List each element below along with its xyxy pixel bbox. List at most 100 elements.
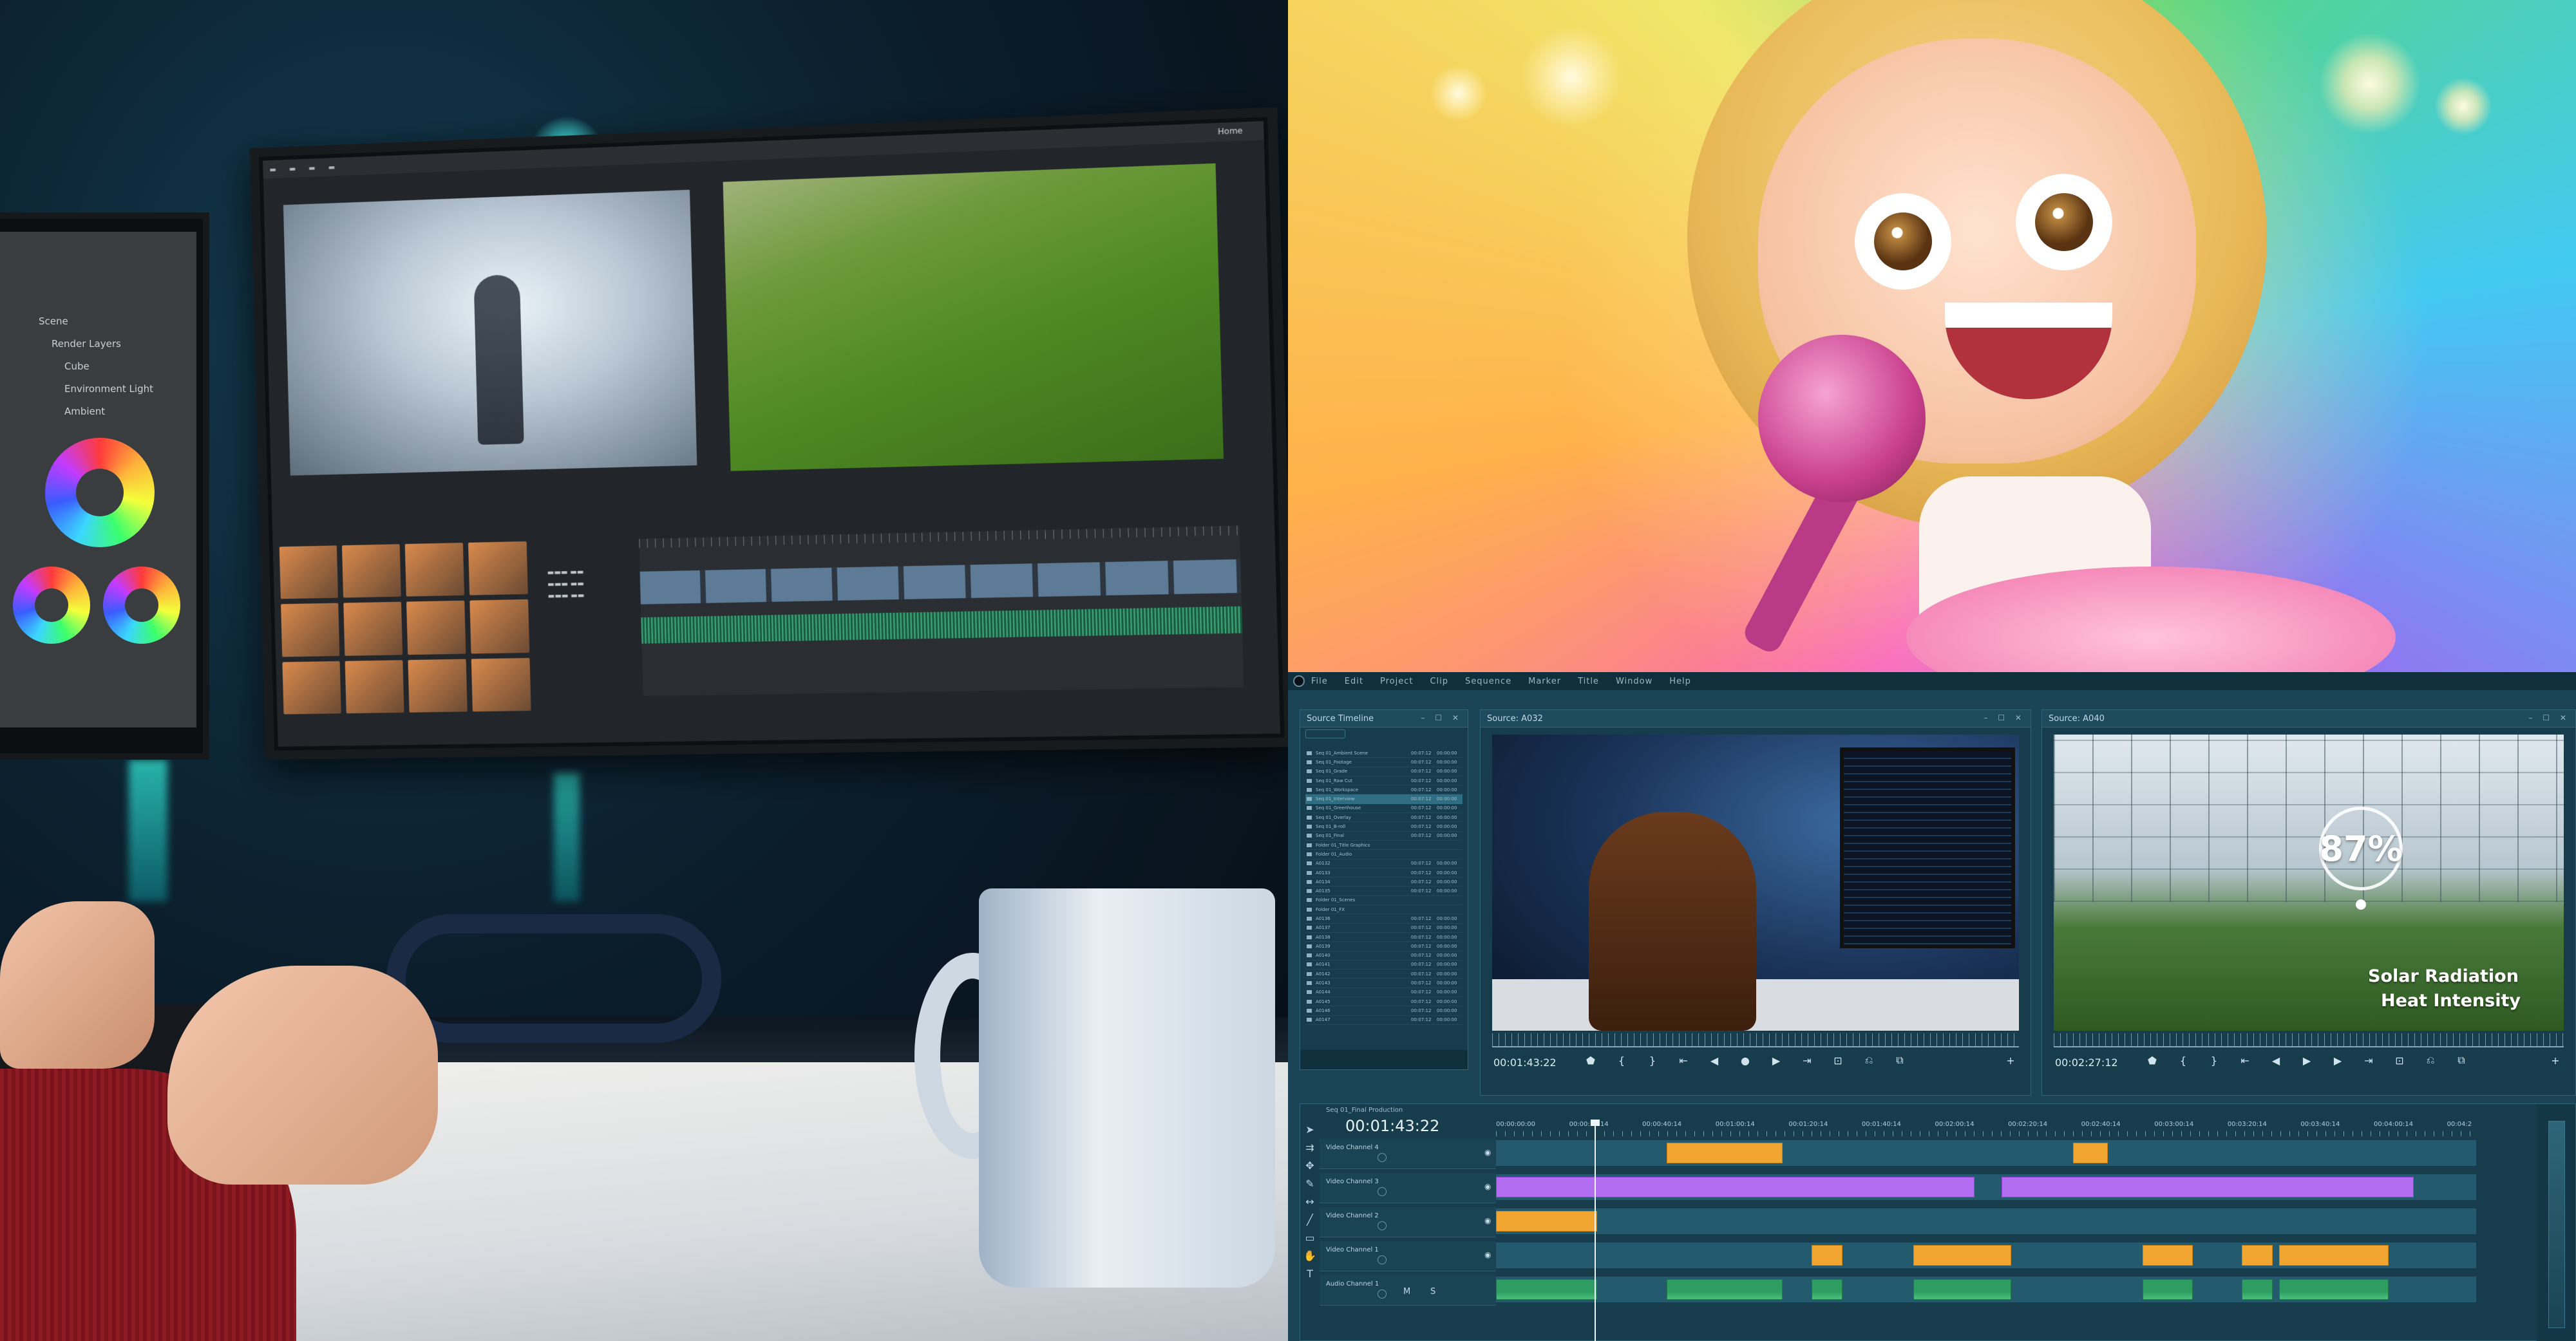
bin-item[interactable]: A0135 00:07:12 00:00:00 [1305,886,1463,896]
bin-item[interactable]: Seq 01_Interview 00:07:12 00:00:00 [1305,794,1463,803]
bin-item[interactable]: A0136 00:07:12 00:00:00 [1305,914,1463,923]
audio-clip[interactable] [2279,1279,2389,1300]
video-clip[interactable] [1913,1245,2011,1266]
insert-icon[interactable]: ⊡ [2392,1055,2407,1067]
add-icon[interactable]: + [2548,1055,2562,1067]
track-header[interactable]: Video Channel 3 ◉ [1320,1173,1496,1203]
bin-item[interactable]: A0146 00:07:12 00:00:00 [1305,1006,1463,1015]
source-b-scrub-bar[interactable] [2054,1033,2564,1047]
bin-item[interactable]: Seq 01_Ambient Scene 00:07:12 00:00:00 [1305,749,1463,758]
sync-lock-icon[interactable] [1378,1153,1387,1162]
in-point-icon[interactable]: { [1615,1055,1629,1067]
bin-item[interactable]: A0134 00:07:12 00:00:00 [1305,877,1463,886]
video-clip[interactable] [2143,1245,2193,1266]
sync-lock-icon[interactable] [1378,1255,1387,1264]
bin-search-input[interactable] [1305,729,1345,738]
video-clip[interactable] [1496,1211,1597,1232]
track-header[interactable]: Video Channel 2 ◉ [1320,1207,1496,1237]
audio-clip[interactable] [1913,1279,2011,1300]
bin-item[interactable]: Seq 01_Grade 00:07:12 00:00:00 [1305,767,1463,776]
bin-item[interactable]: Folder 01_Audio [1305,850,1463,859]
selection-tool-icon[interactable]: ➤ [1305,1123,1314,1136]
hand-tool-icon[interactable]: ✋ [1303,1250,1316,1262]
track-header[interactable]: Video Channel 1 ◉ [1320,1241,1496,1271]
bin-item[interactable]: A0140 00:07:12 00:00:00 [1305,952,1463,961]
source-b-viewer[interactable]: 87% Solar Radiation Heat Intensity [2054,735,2564,1031]
step-forward-icon[interactable]: ▶ [2331,1055,2345,1067]
track-lane[interactable] [1496,1140,2476,1166]
solo-button[interactable]: S [1430,1287,1455,1297]
menu-help[interactable]: Help [1669,677,1691,686]
bin-item[interactable]: Seq 01_Footage 00:07:12 00:00:00 [1305,758,1463,767]
video-clip[interactable] [2242,1245,2273,1266]
menu-clip[interactable]: Clip [1430,677,1448,686]
menu-window[interactable]: Window [1616,677,1653,686]
bin-item[interactable]: A0141 00:07:12 00:00:00 [1305,961,1463,970]
bin-item[interactable]: A0138 00:07:12 00:00:00 [1305,933,1463,942]
razor-tool-icon[interactable]: ✎ [1305,1177,1314,1190]
bin-item[interactable]: A0132 00:07:12 00:00:00 [1305,859,1463,868]
step-back-icon[interactable]: ◀ [1707,1055,1721,1067]
source-a-scrub-bar[interactable] [1492,1033,2019,1047]
eye-icon[interactable]: ◉ [1484,1250,1491,1259]
audio-clip[interactable] [2242,1279,2273,1300]
sync-lock-icon[interactable] [1378,1221,1387,1230]
mute-button[interactable]: M [1403,1287,1430,1297]
overwrite-icon[interactable]: ⎌ [2423,1054,2438,1067]
bin-item[interactable]: A0144 00:07:12 00:00:00 [1305,988,1463,997]
sync-lock-icon[interactable] [1378,1187,1387,1196]
playhead[interactable] [1595,1121,1596,1341]
source-a-viewer[interactable] [1492,735,2019,1031]
source-b-timecode[interactable]: 00:02:27:12 [2055,1056,2118,1069]
out-point-icon[interactable]: } [1645,1055,1660,1067]
overwrite-icon[interactable]: ⎌ [1862,1054,1876,1067]
menu-edit[interactable]: Edit [1345,677,1363,686]
panel-window-controls[interactable]: – ☐ ✕ [1421,713,1463,722]
bin-item[interactable]: Folder 01_Title Graphics [1305,841,1463,850]
bin-item[interactable]: A0145 00:07:12 00:00:00 [1305,997,1463,1006]
video-clip[interactable] [2002,1177,2414,1197]
bin-item[interactable]: Seq 01_B-roll 00:07:12 00:00:00 [1305,822,1463,831]
video-clip[interactable] [2073,1143,2108,1163]
export-frame-icon[interactable]: ⧉ [2454,1054,2468,1067]
bin-item[interactable]: Seq 01_Workspace 00:07:12 00:00:00 [1305,785,1463,794]
menu-sequence[interactable]: Sequence [1465,677,1511,686]
go-to-out-icon[interactable]: ⇥ [1800,1055,1814,1067]
bin-item[interactable]: A0137 00:07:12 00:00:00 [1305,924,1463,933]
menu-file[interactable]: File [1311,677,1328,686]
sync-lock-icon[interactable] [1378,1289,1387,1299]
eye-icon[interactable]: ◉ [1484,1182,1491,1191]
step-forward-icon[interactable]: ▶ [1769,1055,1783,1067]
eye-icon[interactable]: ◉ [1484,1216,1491,1225]
audio-clip[interactable] [1667,1279,1783,1300]
go-to-out-icon[interactable]: ⇥ [2362,1055,2376,1067]
source-a-timecode[interactable]: 00:01:43:22 [1493,1056,1557,1069]
out-point-icon[interactable]: } [2207,1055,2221,1067]
menu-marker[interactable]: Marker [1528,677,1561,686]
track-lane[interactable] [1496,1174,2476,1200]
video-clip[interactable] [1812,1245,1842,1266]
export-frame-icon[interactable]: ⧉ [1893,1054,1907,1067]
bin-item[interactable]: Folder 01_FX [1305,905,1463,914]
bin-item[interactable]: Folder 01_Scenes [1305,896,1463,905]
audio-clip[interactable] [1496,1279,1597,1300]
bin-item[interactable]: A0142 00:07:12 00:00:00 [1305,970,1463,979]
rectangle-tool-icon[interactable]: ▭ [1305,1232,1314,1244]
timeline-timecode[interactable]: 00:01:43:22 [1345,1117,1439,1135]
bin-item[interactable]: A0133 00:07:12 00:00:00 [1305,868,1463,877]
insert-icon[interactable]: ⊡ [1831,1055,1845,1067]
play-icon[interactable]: ● [1738,1055,1752,1067]
bin-item[interactable]: Seq 01_Overlay 00:07:12 00:00:00 [1305,813,1463,822]
add-icon[interactable]: + [2003,1055,2018,1067]
pen-tool-icon[interactable]: ╱ [1307,1214,1313,1226]
marker-icon[interactable]: ⬟ [1584,1055,1598,1067]
audio-clip[interactable] [2143,1279,2193,1300]
video-clip[interactable] [2279,1245,2389,1266]
bin-item[interactable]: Seq 01_Final 00:07:12 00:00:00 [1305,832,1463,841]
go-to-in-icon[interactable]: ⇤ [2238,1055,2252,1067]
bin-item[interactable]: A0139 00:07:12 00:00:00 [1305,942,1463,951]
in-point-icon[interactable]: { [2176,1055,2190,1067]
step-back-icon[interactable]: ◀ [2269,1055,2283,1067]
eye-icon[interactable]: ◉ [1484,1148,1491,1157]
track-lane[interactable] [1496,1243,2476,1268]
